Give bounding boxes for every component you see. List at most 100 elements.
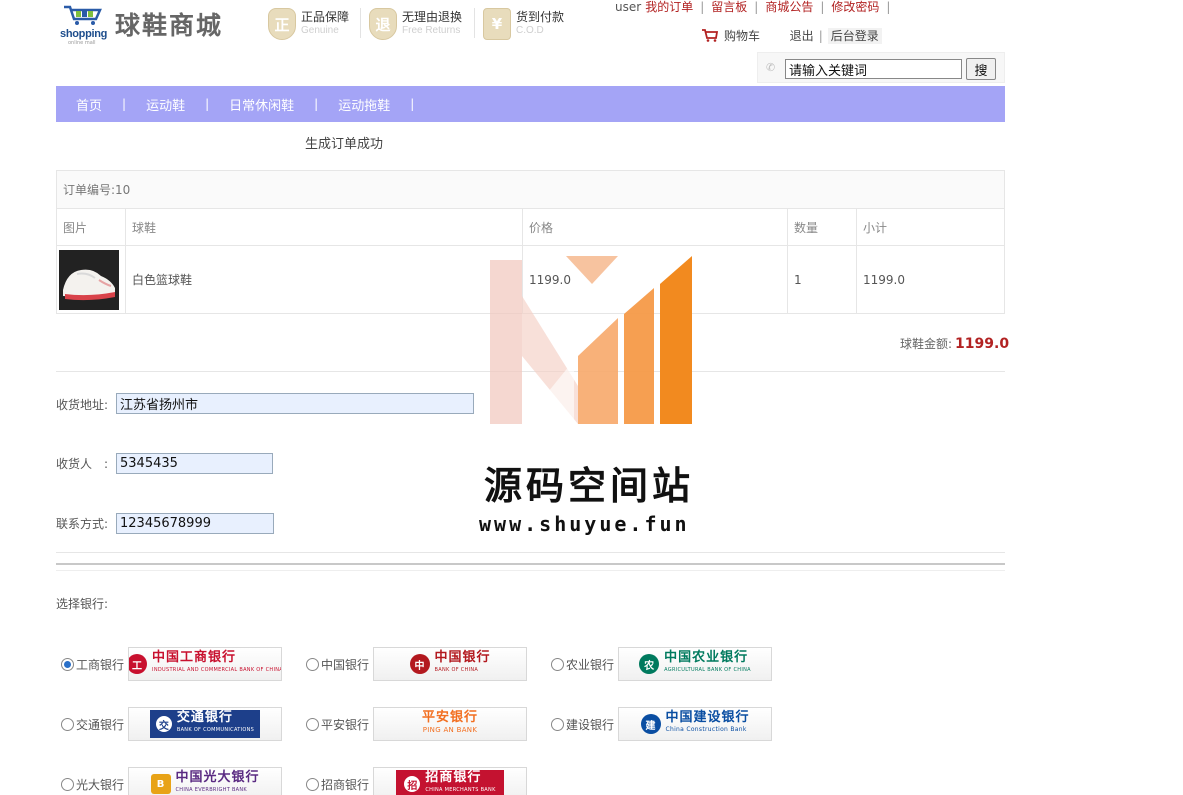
bank-name: 工商银行: [76, 657, 125, 672]
cmb-mark-icon: 招: [404, 776, 421, 792]
bank-name: 中国银行: [321, 657, 370, 672]
bank-name: 农业银行: [566, 657, 615, 672]
guarantee-title: 货到付款: [516, 10, 565, 24]
bank-logo-en: CHINA EVERBRIGHT BANK: [175, 787, 248, 793]
guarantee-en: Free Returns: [402, 25, 461, 36]
col-price: 价格: [522, 208, 788, 246]
bank-radio[interactable]: [306, 777, 319, 791]
cart-link[interactable]: 购物车: [724, 29, 760, 43]
nav-home[interactable]: 首页: [76, 95, 102, 114]
bank-option-ceb[interactable]: 光大银行 B 中国光大银行 CHINA EVERBRIGHT BANK: [61, 767, 283, 795]
address-label: 收货地址:: [56, 398, 109, 412]
change-password-link[interactable]: 修改密码: [831, 0, 879, 14]
ceb-logo[interactable]: B 中国光大银行 CHINA EVERBRIGHT BANK: [128, 767, 283, 795]
search-button[interactable]: 搜: [966, 58, 996, 80]
divider: [56, 371, 1005, 372]
item-price: 1199.0: [522, 245, 788, 314]
shop-name: 球鞋商城: [115, 11, 224, 40]
cart-line: 购物车 退出 | 后台登录: [702, 27, 882, 44]
table-row: 白色篮球鞋 1199.0 1 1199.0: [56, 245, 1005, 314]
message-board-link[interactable]: 留言板: [711, 0, 747, 14]
guarantee-en: C.O.D: [516, 25, 544, 36]
guarantee-returns: 退 无理由退换 Free Returns: [369, 6, 462, 42]
contact-input[interactable]: [116, 513, 274, 534]
divider: [56, 570, 1005, 571]
nav-sports-slippers[interactable]: 运动拖鞋: [338, 95, 390, 114]
abc-logo[interactable]: 农 中国农业银行 AGRICULTURAL BANK OF CHINA: [618, 647, 773, 681]
bank-option-boc[interactable]: 中国银行 中 中国银行 BANK OF CHINA: [306, 647, 528, 681]
pingan-logo[interactable]: 平安银行 PING AN BANK: [373, 707, 528, 741]
guarantee-genuine: 正 正品保障 Genuine: [268, 6, 349, 42]
bank-option-bocom[interactable]: 交通银行 交 交通银行 BANK OF COMMUNICATIONS: [61, 707, 283, 741]
main-nav: 首页 | 运动鞋 | 日常休闲鞋 | 运动拖鞋 |: [56, 86, 1005, 122]
bank-radio[interactable]: [551, 657, 564, 671]
bank-logo-en: CHINA MERCHANTS BANK: [425, 787, 496, 793]
bank-logo-en: BANK OF CHINA: [434, 667, 479, 673]
bank-name: 平安银行: [321, 717, 370, 732]
bank-logo-cn: 中国农业银行: [664, 650, 749, 665]
announcement-link[interactable]: 商城公告: [765, 0, 813, 14]
genuine-badge-icon: 正: [268, 8, 296, 40]
guarantee-en: Genuine: [301, 25, 339, 36]
boc-logo[interactable]: 中 中国银行 BANK OF CHINA: [373, 647, 528, 681]
admin-login-link[interactable]: 后台登录: [827, 28, 882, 44]
bank-radio[interactable]: [61, 717, 74, 731]
shop-logo[interactable]: shopping online mall: [60, 2, 110, 46]
shoe-image[interactable]: [59, 249, 119, 310]
col-image: 图片: [56, 208, 126, 246]
bank-radio[interactable]: [306, 717, 319, 731]
search-input[interactable]: [785, 59, 962, 79]
bank-logo-en: PING AN BANK: [422, 726, 478, 734]
bank-radio[interactable]: [61, 657, 74, 671]
watermark-url: www.shuyue.fun: [479, 512, 690, 536]
phone-icon: ✆: [766, 61, 776, 74]
total-amount: 1199.0: [955, 336, 1010, 352]
bank-logo-cn: 招商银行: [425, 770, 482, 785]
guarantee-title: 无理由退换: [402, 10, 463, 24]
contact-label: 联系方式:: [56, 517, 109, 531]
guarantee-title: 正品保障: [301, 10, 350, 24]
returns-badge-icon: 退: [369, 8, 397, 40]
receiver-label: 收货人 :: [56, 457, 109, 471]
bank-name: 建设银行: [566, 717, 615, 732]
ccb-logo[interactable]: 建 中国建设银行 China Construction Bank: [618, 707, 773, 741]
bank-logo-cn: 中国工商银行: [152, 650, 237, 665]
item-subtotal: 1199.0: [856, 245, 1005, 314]
bank-option-abc[interactable]: 农业银行 农 中国农业银行 AGRICULTURAL BANK OF CHINA: [551, 647, 773, 681]
order-success-message: 生成订单成功: [305, 137, 384, 152]
divider: [56, 552, 1005, 553]
bank-logo-cn: 交通银行: [176, 710, 233, 725]
bank-option-ccb[interactable]: 建设银行 建 中国建设银行 China Construction Bank: [551, 707, 773, 741]
order-id: 订单编号:10: [56, 170, 1005, 209]
nav-sports-shoes[interactable]: 运动鞋: [146, 95, 185, 114]
bank-radio[interactable]: [551, 717, 564, 731]
bank-logo-en: INDUSTRIAL AND COMMERCIAL BANK OF CHINA: [152, 667, 283, 673]
top-links: user 我的订单 | 留言板 | 商城公告 | 修改密码 |: [615, 0, 891, 14]
bocom-logo[interactable]: 交 交通银行 BANK OF COMMUNICATIONS: [128, 707, 283, 741]
address-input[interactable]: [116, 393, 474, 414]
order-table: 订单编号:10 图片 球鞋 价格 数量 小计 白色篮球鞋 1199.0 1 11…: [56, 170, 1005, 314]
order-total: 球鞋金额: 1199.0: [900, 335, 1009, 352]
item-name: 白色篮球鞋: [125, 245, 523, 314]
bank-name: 招商银行: [321, 777, 370, 792]
nav-casual-shoes[interactable]: 日常休闲鞋: [229, 95, 294, 114]
icbc-mark-icon: 工: [129, 654, 148, 674]
guarantee-divider: [360, 8, 361, 38]
bank-name: 交通银行: [76, 717, 125, 732]
icbc-logo[interactable]: 工 中国工商银行 INDUSTRIAL AND COMMERCIAL BANK …: [128, 647, 283, 681]
bank-option-icbc[interactable]: 工商银行 工 中国工商银行 INDUSTRIAL AND COMMERCIAL …: [61, 647, 283, 681]
bank-logo-cn: 中国建设银行: [665, 710, 750, 725]
cmb-logo[interactable]: 招 招商银行 CHINA MERCHANTS BANK: [373, 767, 528, 795]
bank-option-pingan[interactable]: 平安银行 平安银行 PING AN BANK: [306, 707, 528, 741]
ccb-mark-icon: 建: [640, 714, 661, 734]
receiver-input[interactable]: [116, 453, 273, 474]
divider: [56, 563, 1005, 565]
my-orders-link[interactable]: 我的订单: [645, 0, 693, 14]
bank-option-cmb[interactable]: 招商银行 招 招商银行 CHINA MERCHANTS BANK: [306, 767, 528, 795]
guarantee-divider: [474, 8, 475, 38]
logout-link[interactable]: 退出: [790, 29, 814, 43]
bank-radio[interactable]: [306, 657, 319, 671]
shopping-cart-icon: [702, 29, 718, 42]
bank-radio[interactable]: [61, 777, 74, 791]
total-label: 球鞋金额:: [900, 337, 953, 351]
